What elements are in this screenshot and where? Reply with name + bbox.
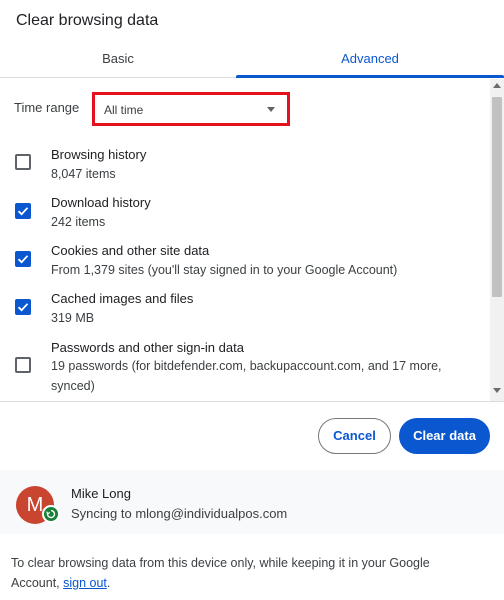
footer-note: To clear browsing data from this device … — [11, 553, 471, 593]
clear-data-button[interactable]: Clear data — [399, 418, 490, 454]
item-title: Passwords and other sign-in data — [51, 340, 244, 355]
checkbox-passwords[interactable] — [15, 357, 31, 373]
checkbox-cached-images[interactable] — [15, 299, 31, 315]
scroll-up-arrow-icon[interactable] — [493, 83, 501, 88]
sign-out-link[interactable]: sign out — [63, 576, 107, 590]
account-sync-status: Syncing to mlong@individualpos.com — [71, 506, 288, 521]
sync-icon — [42, 505, 60, 523]
scrollbar-thumb[interactable] — [492, 97, 502, 297]
item-title: Cookies and other site data — [51, 243, 210, 258]
checkmark-icon — [17, 303, 29, 312]
checkmark-icon — [17, 255, 29, 264]
tab-basic[interactable]: Basic — [0, 40, 236, 78]
active-tab-indicator — [236, 75, 504, 78]
dialog-title: Clear browsing data — [16, 12, 159, 29]
checkbox-browsing-history[interactable] — [15, 154, 31, 170]
account-section — [0, 470, 504, 534]
time-range-value: All time — [104, 103, 144, 117]
checkmark-icon — [17, 207, 29, 216]
item-description: 242 items — [51, 215, 106, 229]
account-name: Mike Long — [71, 486, 131, 501]
scroll-down-arrow-icon[interactable] — [493, 388, 501, 393]
tab-bar: Basic Advanced — [0, 40, 504, 78]
cancel-button[interactable]: Cancel — [318, 418, 391, 454]
item-description: 19 passwords (for bitdefender.com, backu… — [51, 359, 442, 393]
divider — [0, 401, 504, 402]
item-description: 8,047 items — [51, 167, 116, 181]
dropdown-caret-icon — [267, 107, 275, 112]
checkbox-download-history[interactable] — [15, 203, 31, 219]
tab-advanced[interactable]: Advanced — [236, 40, 504, 78]
item-title: Browsing history — [51, 147, 147, 162]
item-description: From 1,379 sites (you'll stay signed in … — [51, 263, 398, 277]
item-description: 319 MB — [51, 311, 95, 325]
item-title: Cached images and files — [51, 291, 194, 306]
item-title: Download history — [51, 195, 151, 210]
checkbox-cookies[interactable] — [15, 251, 31, 267]
footer-period: . — [106, 576, 111, 590]
time-range-label: Time range — [14, 100, 80, 115]
time-range-select[interactable]: All time — [92, 92, 290, 126]
